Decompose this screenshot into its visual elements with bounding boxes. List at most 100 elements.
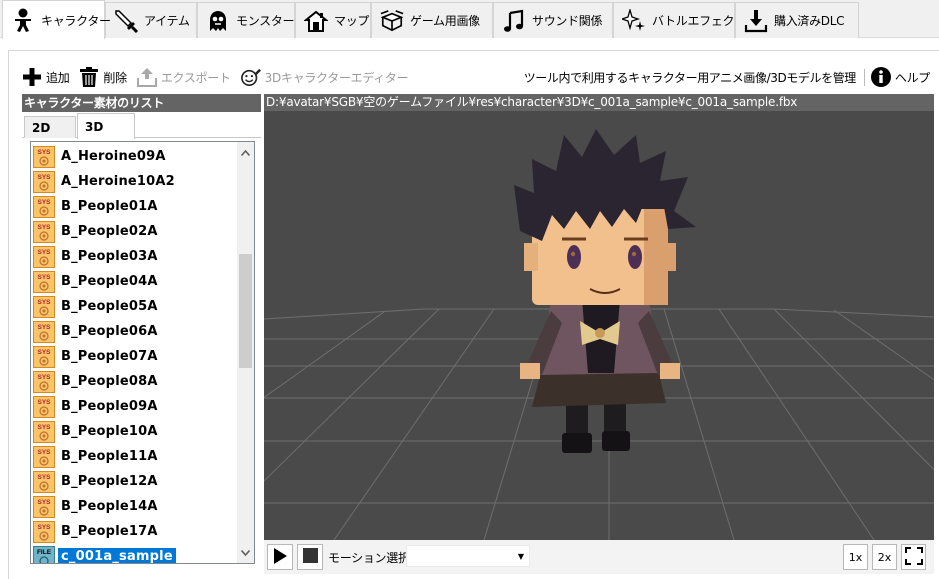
tab-battle-effect[interactable]: バトルエフェクト bbox=[613, 2, 746, 38]
tab-map[interactable]: マップ bbox=[295, 2, 371, 38]
list-item[interactable]: SYS B_People05A bbox=[33, 295, 237, 318]
list-item[interactable]: SYS B_People03A bbox=[33, 245, 237, 268]
character-list[interactable]: SYS A_Heroine09A SYS A_Heroine10A2 SYS B_Peop… bbox=[30, 141, 255, 564]
character-model bbox=[514, 129, 696, 453]
list-item[interactable]: SYS A_Heroine09A bbox=[33, 145, 237, 168]
sys-file-icon: SYS bbox=[33, 170, 55, 193]
trash-icon bbox=[79, 67, 99, 87]
chevron-down-icon: ▼ bbox=[517, 552, 524, 561]
add-button[interactable]: 追加 bbox=[22, 67, 70, 87]
list-item[interactable]: SYS B_People02A bbox=[33, 220, 237, 243]
sys-file-icon: SYS bbox=[33, 195, 55, 218]
export-button[interactable]: エクスポート bbox=[136, 67, 231, 87]
list-item-label: B_People12A bbox=[61, 474, 158, 489]
help-label: ヘルプ bbox=[894, 70, 930, 85]
list-item[interactable]: SYS B_People01A bbox=[33, 195, 237, 218]
sword-icon bbox=[114, 9, 138, 33]
tab-monster[interactable]: モンスター bbox=[197, 2, 295, 38]
sys-file-icon: SYS bbox=[33, 470, 55, 493]
tab-purchased-dlc[interactable]: 購入済みDLC bbox=[735, 2, 859, 38]
list-item[interactable]: SYS B_People14A bbox=[33, 495, 237, 518]
scroll-up-arrow-icon[interactable] bbox=[237, 144, 254, 161]
list-item[interactable]: SYS B_People12A bbox=[33, 470, 237, 493]
music-note-icon bbox=[502, 9, 526, 33]
zoom-2x-button[interactable]: 2x bbox=[872, 544, 897, 570]
sys-file-icon: SYS bbox=[33, 395, 55, 418]
box-icon bbox=[380, 9, 404, 33]
sys-file-icon: SYS bbox=[33, 245, 55, 268]
tab-character[interactable]: キャラクター bbox=[2, 0, 111, 39]
export-icon bbox=[136, 67, 157, 87]
list-item-selected[interactable]: FILE c_001a_sample bbox=[33, 545, 237, 563]
list-item-label: B_People04A bbox=[61, 274, 158, 289]
svg-text:SYS: SYS bbox=[37, 324, 51, 331]
sys-file-icon: SYS bbox=[33, 345, 55, 368]
sys-file-icon: SYS bbox=[33, 220, 55, 243]
list-item[interactable]: SYS B_People06A bbox=[33, 320, 237, 343]
export-label: エクスポート bbox=[160, 70, 231, 85]
list-item[interactable]: SYS B_People09A bbox=[33, 395, 237, 418]
sys-file-icon: SYS bbox=[33, 370, 55, 393]
scroll-thumb[interactable] bbox=[239, 254, 252, 368]
list-item[interactable]: SYS B_People04A bbox=[33, 270, 237, 293]
list-item-label: B_People07A bbox=[61, 349, 158, 364]
toolbar: 追加 削除 エクスポート 3Dキャラクターエディター ツール内で利用するキャラク… bbox=[22, 64, 934, 90]
list-item-label: B_People01A bbox=[61, 199, 158, 214]
list-item[interactable]: SYS B_People17A bbox=[33, 520, 237, 543]
svg-text:SYS: SYS bbox=[37, 249, 51, 256]
3d-character-editor-button[interactable]: 3Dキャラクターエディター bbox=[240, 67, 409, 87]
help-button[interactable]: ヘルプ bbox=[870, 67, 930, 87]
3d-model-viewport[interactable] bbox=[264, 111, 934, 540]
tab-2d[interactable]: 2D bbox=[24, 116, 76, 138]
svg-text:SYS: SYS bbox=[37, 199, 51, 206]
sparkle-icon bbox=[622, 8, 646, 33]
list-item-label: B_People08A bbox=[61, 374, 158, 389]
smiley-pencil-icon bbox=[240, 67, 261, 87]
svg-text:SYS: SYS bbox=[37, 274, 51, 281]
list-item[interactable]: SYS B_People07A bbox=[33, 345, 237, 368]
tab-label: バトルエフェクト bbox=[652, 14, 746, 28]
ghost-icon bbox=[206, 9, 230, 33]
list-item[interactable]: SYS B_People10A bbox=[33, 420, 237, 443]
list-item-label: c_001a_sample bbox=[58, 548, 176, 563]
dimension-tabs: 2D 3D bbox=[22, 112, 261, 139]
sys-file-icon: SYS bbox=[33, 420, 55, 443]
motion-select[interactable]: ▼ bbox=[406, 545, 530, 567]
user-file-icon: FILE bbox=[33, 545, 55, 563]
list-item[interactable]: SYS B_People11A bbox=[33, 445, 237, 468]
tab-label: キャラクター bbox=[41, 13, 111, 28]
tab-item[interactable]: アイテム bbox=[105, 2, 197, 38]
list-item-label: B_People05A bbox=[61, 299, 158, 314]
stop-button[interactable] bbox=[297, 544, 323, 570]
model-file-path: D:¥avatar¥SGB¥空のゲームファイル¥res¥character¥3D… bbox=[264, 94, 934, 111]
3d-scene bbox=[264, 129, 934, 540]
svg-text:SYS: SYS bbox=[37, 499, 51, 506]
fullscreen-button[interactable] bbox=[901, 544, 926, 570]
delete-button[interactable]: 削除 bbox=[79, 67, 127, 87]
play-button[interactable] bbox=[267, 544, 293, 570]
tab-label: サウンド関係 bbox=[532, 14, 603, 28]
list-scrollbar[interactable] bbox=[237, 142, 254, 563]
tab-label: 購入済みDLC bbox=[774, 14, 845, 28]
sys-file-icon: SYS bbox=[33, 145, 55, 168]
list-item-label: B_People10A bbox=[61, 424, 158, 439]
person-icon bbox=[11, 8, 35, 32]
tab-sound[interactable]: サウンド関係 bbox=[493, 2, 613, 38]
tab-label: マップ bbox=[334, 14, 370, 28]
tab-label: ゲーム用画像 bbox=[410, 14, 480, 28]
stop-icon bbox=[302, 548, 318, 566]
svg-text:SYS: SYS bbox=[37, 149, 51, 156]
house-icon bbox=[304, 9, 328, 33]
zoom-1x-button[interactable]: 1x bbox=[843, 544, 868, 570]
plus-icon bbox=[22, 67, 42, 87]
list-item[interactable]: SYS B_People08A bbox=[33, 370, 237, 393]
tab-game-images[interactable]: ゲーム用画像 bbox=[371, 2, 493, 38]
tab-3d[interactable]: 3D bbox=[77, 113, 135, 139]
list-item-label: B_People14A bbox=[61, 499, 158, 514]
scroll-down-arrow-icon[interactable] bbox=[237, 544, 254, 561]
editor-label: 3Dキャラクターエディター bbox=[264, 70, 409, 85]
list-item[interactable]: SYS A_Heroine10A2 bbox=[33, 170, 237, 193]
manage-description: ツール内で利用するキャラクター用アニメ画像/3Dモデルを管理 bbox=[524, 68, 865, 86]
sys-file-icon: SYS bbox=[33, 320, 55, 343]
list-item-label: B_People02A bbox=[61, 224, 158, 239]
